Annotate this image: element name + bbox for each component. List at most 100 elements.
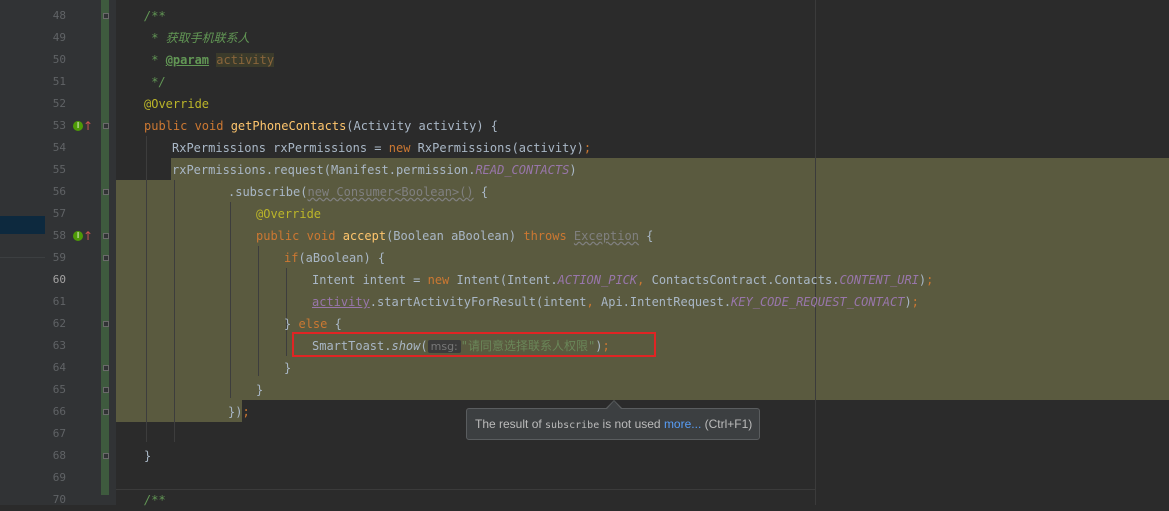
annotation: @Override bbox=[256, 207, 322, 221]
implements-method-icon[interactable]: I bbox=[73, 121, 83, 131]
line-number: 68 bbox=[52, 449, 66, 462]
static-constant: ACTION_PICK bbox=[557, 273, 638, 287]
line-number: 66 bbox=[52, 405, 66, 418]
static-constant: KEY_CODE_REQUEST_CONTACT bbox=[731, 295, 905, 309]
indent-guide bbox=[258, 246, 259, 376]
fold-marker[interactable] bbox=[103, 453, 109, 459]
code-line[interactable]: public void accept(Boolean aBoolean) thr… bbox=[256, 225, 1169, 247]
code-text: .subscribe( bbox=[228, 185, 308, 199]
tooltip-text: is not used bbox=[599, 417, 664, 431]
semicolon: ; bbox=[242, 405, 250, 419]
implements-method-icon[interactable]: I bbox=[73, 231, 83, 241]
line-number-current: 60 bbox=[52, 273, 66, 286]
tooltip-arrow bbox=[607, 401, 621, 409]
line-number: 59 bbox=[52, 251, 66, 264]
exception-type: Exception bbox=[573, 229, 639, 243]
line-number: 57 bbox=[52, 207, 66, 220]
code-text: (Boolean aBoolean) bbox=[386, 229, 524, 243]
line-number: 67 bbox=[52, 427, 66, 440]
keyword: public void bbox=[256, 229, 343, 243]
code-text: }) bbox=[228, 405, 243, 419]
code-line[interactable]: .subscribe(new Consumer<Boolean>() { bbox=[228, 181, 1169, 203]
code-text: RxPermissions rxPermissions = bbox=[172, 141, 389, 155]
line-number: 64 bbox=[52, 361, 66, 374]
indent-guide bbox=[146, 136, 147, 442]
tooltip-text: The result of bbox=[475, 417, 546, 431]
keyword: new bbox=[427, 273, 457, 287]
static-constant: CONTENT_URI bbox=[839, 273, 919, 287]
fold-marker[interactable] bbox=[103, 409, 109, 415]
line-number: 49 bbox=[52, 31, 66, 44]
code-text: .startActivityForResult(intent bbox=[369, 295, 587, 309]
keyword: new bbox=[388, 141, 418, 155]
indent-guide bbox=[230, 202, 231, 398]
keyword: if bbox=[284, 251, 299, 265]
line-number: 58 bbox=[52, 229, 66, 242]
code-line[interactable]: @Override bbox=[144, 93, 1169, 115]
code-line[interactable]: */ bbox=[144, 71, 1169, 93]
fold-marker[interactable] bbox=[103, 321, 109, 327]
code-text: RxPermissions(activity) bbox=[417, 141, 584, 155]
method-name: accept bbox=[342, 229, 387, 243]
method-name: getPhoneContacts bbox=[230, 119, 347, 133]
keyword: throws bbox=[523, 229, 574, 243]
code-line[interactable]: activity.startActivityForResult(intent, … bbox=[312, 291, 1169, 313]
fold-marker[interactable] bbox=[103, 123, 109, 129]
code-text: Intent(Intent. bbox=[456, 273, 558, 287]
code-line[interactable]: if(aBoolean) { bbox=[284, 247, 1169, 269]
panel-divider bbox=[0, 257, 45, 258]
doc-comment: * 获取手机联系人 bbox=[144, 31, 250, 45]
semicolon: ; bbox=[583, 141, 592, 155]
selection-highlight bbox=[116, 400, 242, 422]
field-reference: activity bbox=[312, 295, 370, 309]
keyword: public void bbox=[144, 119, 231, 133]
fold-marker[interactable] bbox=[103, 365, 109, 371]
code-line[interactable]: RxPermissions rxPermissions = new RxPerm… bbox=[172, 137, 1169, 159]
override-arrow-icon[interactable]: ↑ bbox=[83, 120, 93, 132]
code-line[interactable]: /** bbox=[144, 489, 1169, 511]
code-text: ) bbox=[904, 295, 912, 309]
anonymous-class: new Consumer<Boolean>() bbox=[307, 185, 474, 199]
code-line[interactable]: /** bbox=[144, 5, 1169, 27]
code-text: } bbox=[256, 383, 264, 397]
left-panel-strip bbox=[0, 0, 45, 505]
fold-marker[interactable] bbox=[103, 189, 109, 195]
code-line[interactable]: rxPermissions.request(Manifest.permissio… bbox=[172, 159, 1169, 181]
fold-marker[interactable] bbox=[103, 387, 109, 393]
line-number: 48 bbox=[52, 9, 66, 22]
code-text: { bbox=[638, 229, 654, 243]
inspection-tooltip: The result of subscribe is not used more… bbox=[466, 408, 760, 440]
line-number: 70 bbox=[52, 493, 66, 506]
code-line[interactable]: } bbox=[256, 379, 1169, 401]
code-text: } bbox=[284, 361, 292, 375]
code-line[interactable]: } bbox=[144, 445, 1169, 467]
keyword: else bbox=[298, 317, 328, 331]
fold-marker[interactable] bbox=[103, 13, 109, 19]
indent-guide bbox=[286, 268, 287, 356]
code-line[interactable]: * @param activity bbox=[144, 49, 1169, 71]
comma: , bbox=[637, 273, 652, 287]
line-number: 56 bbox=[52, 185, 66, 198]
fold-marker[interactable] bbox=[103, 255, 109, 261]
fold-marker[interactable] bbox=[103, 233, 109, 239]
code-line[interactable]: public void getPhoneContacts(Activity ac… bbox=[144, 115, 1169, 137]
code-text: ) bbox=[569, 163, 577, 177]
line-number: 55 bbox=[52, 163, 66, 176]
code-line[interactable]: * 获取手机联系人 bbox=[144, 27, 1169, 49]
line-number: 52 bbox=[52, 97, 66, 110]
code-line[interactable]: @Override bbox=[256, 203, 1169, 225]
semicolon: ; bbox=[911, 295, 919, 309]
code-text: } bbox=[144, 449, 152, 463]
code-line[interactable]: } bbox=[284, 357, 1169, 379]
line-number: 69 bbox=[52, 471, 66, 484]
tooltip-more-link[interactable]: more... bbox=[664, 417, 701, 431]
override-arrow-icon[interactable]: ↑ bbox=[83, 230, 93, 242]
code-text: ContactsContract.Contacts. bbox=[651, 273, 840, 287]
semicolon: ; bbox=[926, 273, 934, 287]
doc-comment: * bbox=[144, 53, 166, 67]
annotation: @Override bbox=[144, 97, 210, 111]
code-text: { bbox=[473, 185, 489, 199]
code-text: } bbox=[284, 317, 299, 331]
code-line[interactable]: Intent intent = new Intent(Intent.ACTION… bbox=[312, 269, 1169, 291]
comma: , bbox=[586, 295, 601, 309]
